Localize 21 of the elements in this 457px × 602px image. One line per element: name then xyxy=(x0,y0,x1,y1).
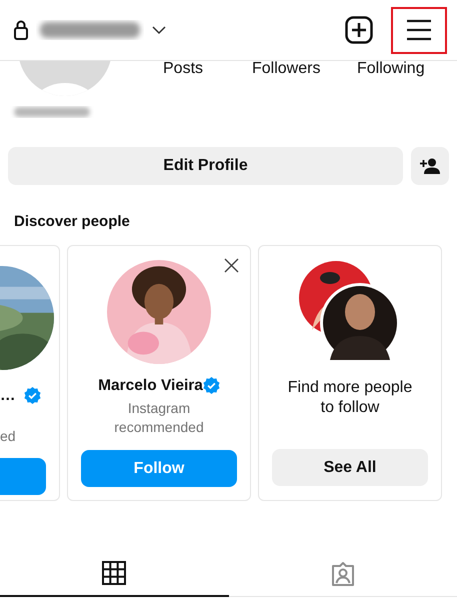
section-title: Discover people xyxy=(13,212,131,232)
stat-label: Posts xyxy=(163,59,204,79)
follow-button[interactable] xyxy=(0,458,46,496)
new-post-icon[interactable] xyxy=(345,16,373,44)
subtitle-text: ed xyxy=(0,427,17,446)
edit-profile-button[interactable]: Edit Profile xyxy=(8,147,403,185)
stat-label: Followers xyxy=(252,59,320,79)
subtitle-text: Instagram recommended xyxy=(113,399,205,438)
menu-icon xyxy=(406,19,432,41)
grid-icon xyxy=(102,561,126,585)
person-name: … xyxy=(0,386,16,406)
chevron-down-icon[interactable] xyxy=(152,26,166,34)
add-person-button[interactable] xyxy=(411,147,449,185)
person-name: Marcelo Vieira xyxy=(98,376,203,396)
close-icon[interactable] xyxy=(224,258,239,273)
prompt-text: Find more people to follow xyxy=(286,378,414,418)
see-all-button[interactable]: See All xyxy=(272,449,428,486)
add-person-icon xyxy=(420,158,440,174)
stat-label: Following xyxy=(357,59,425,79)
menu-button[interactable] xyxy=(391,6,447,54)
person-tag-icon xyxy=(330,560,356,586)
